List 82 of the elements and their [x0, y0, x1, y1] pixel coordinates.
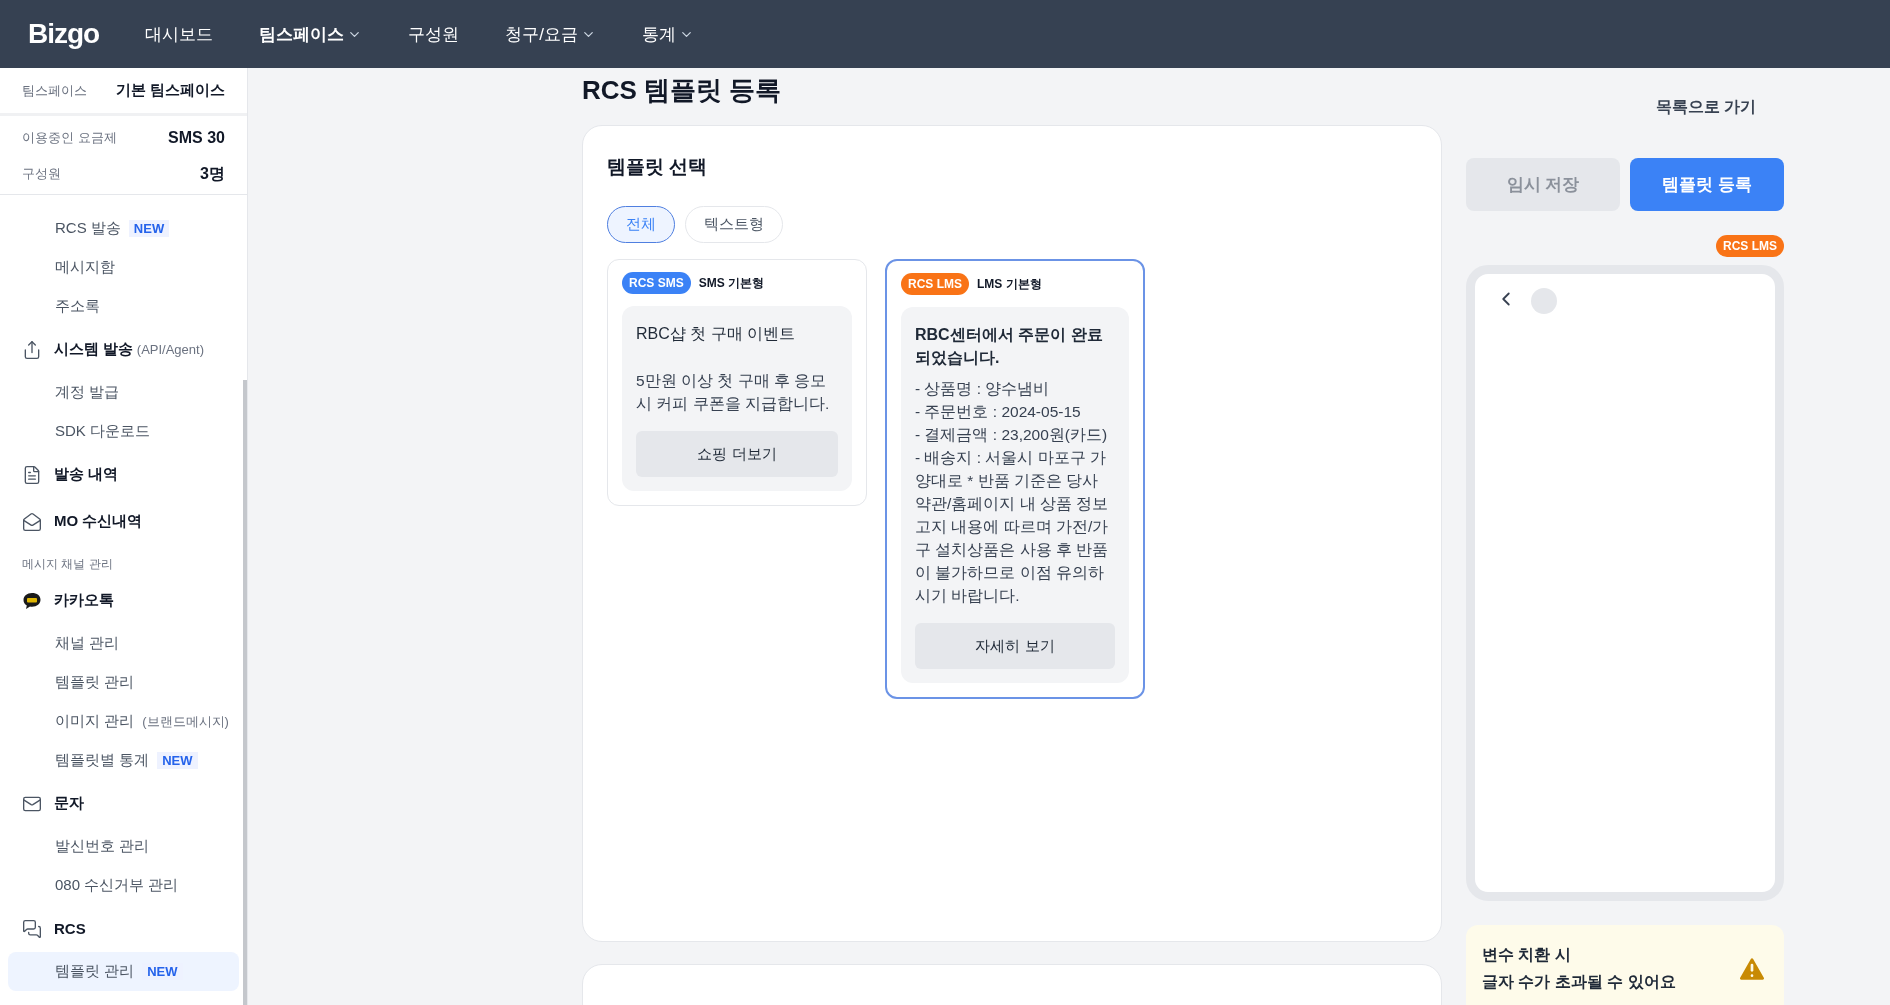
- sidebar-item[interactable]: 080 수신거부 관리: [8, 866, 239, 905]
- envelope-icon: [22, 511, 42, 532]
- section-heading: 템플릿 선택: [607, 155, 709, 179]
- message-button[interactable]: 쇼핑 더보기: [636, 431, 838, 477]
- sidebar-group[interactable]: MO 수신내역: [8, 498, 239, 545]
- chat-bubbles-icon: [22, 918, 42, 939]
- nav-item[interactable]: 대시보드: [145, 22, 214, 46]
- nav-item[interactable]: 구성원: [408, 22, 460, 46]
- sidebar-group-label: 문자: [54, 794, 84, 813]
- template-card[interactable]: RCS LMS LMS 기본형 RBC센터에서 주문이 완료 되었습니다. - 상품명 : 양수냄비 - 주문번호 : 2024-05-15 - 결제금액 : 23,200원(카드) - 배송지 : 서울시 마포구 가양대로 * 반품 기준은 당사 약관/홈페이지 내 상품 정보 고지 내용에 따르며 가전/가구 설치상품은 사용 후 반품이 불가하므로 이점 유의하시기 바랍니다. 자세히 보기: [885, 259, 1145, 699]
- sidebar-item[interactable]: 이미지 관리 (브랜드메시지): [8, 702, 239, 741]
- sidebar-group[interactable]: 문자: [8, 780, 239, 827]
- message-text: - 주문번호 : 2024-05-15: [915, 402, 1082, 422]
- upload-icon: [22, 339, 42, 360]
- sidebar-group[interactable]: RCS: [8, 905, 239, 952]
- sidebar-item-label: SDK 다운로드: [55, 422, 150, 441]
- workspace-name: 기본 팀스페이스: [115, 81, 225, 100]
- page-title: RCS 템플릿 등록: [582, 74, 783, 107]
- register-button[interactable]: 템플릿 등록: [1630, 158, 1784, 211]
- info-label: 이용중인 요금제: [22, 129, 117, 147]
- warning-text: 글자 수가 초과될 수 있어요: [1482, 972, 1676, 992]
- sidebar-group[interactable]: 카카오톡: [8, 577, 239, 624]
- nav-item[interactable]: 통계: [641, 22, 694, 46]
- filter-chip[interactable]: 텍스트형: [685, 206, 783, 243]
- type-badge: RCS LMS: [901, 273, 969, 295]
- sidebar-item-label: 발신번호 관리: [55, 837, 150, 856]
- sidebar-item-label: 템플릿 관리: [55, 962, 135, 981]
- message-text: 5만원 이상 첫 구매 후 응모 시 커피 쿠폰을 지급합니다.: [636, 371, 831, 414]
- new-badge: NEW: [128, 220, 170, 237]
- nav-item[interactable]: 청구/요금: [505, 22, 596, 46]
- sidebar-item[interactable]: 템플릿 관리 NEW: [8, 952, 239, 991]
- message-text: - 결제금액 : 23,200원(카드): [915, 425, 1109, 445]
- sidebar-group[interactable]: 시스템 발송 (API/Agent): [8, 326, 239, 373]
- message-text: - 배송지 : 서울시 마포구 가양대로 * 반품 기준은 당사 약관/홈페이지 내 상품 정보 고지 내용에 따르며 가전/가구 설치상품은 사용 후 반품이 불가하므로 이점 유의하시기 바랍니다.: [915, 448, 1110, 606]
- info-value: SMS 30: [168, 129, 225, 147]
- sidebar-item-label: 080 수신거부 관리: [55, 876, 179, 895]
- section-label: 메시지 채널 관리: [21, 556, 114, 573]
- info-value: 3명: [200, 163, 225, 184]
- chat-bubble-icon: [22, 590, 42, 611]
- logo[interactable]: Bizgo: [28, 18, 100, 50]
- nav-item[interactable]: 팀스페이스: [259, 22, 363, 46]
- sidebar-item-label: RCS 발송: [55, 219, 121, 238]
- warning-text: 변수 치환 시: [1482, 945, 1572, 965]
- type-badge: RCS LMS: [1716, 235, 1784, 257]
- avatar: [1531, 288, 1557, 314]
- new-badge: NEW: [157, 752, 198, 769]
- message-text: - 상품명 : 양수냄비: [915, 379, 1051, 399]
- sidebar-item-label: 주소록: [55, 297, 100, 316]
- message-button[interactable]: 자세히 보기: [915, 623, 1115, 669]
- sidebar-item[interactable]: 메시지함: [8, 248, 239, 287]
- sidebar-item-label: 템플릿 관리: [55, 673, 135, 692]
- sidebar-item[interactable]: 채널 관리: [8, 624, 239, 663]
- message-title: RBC샵 첫 구매 이벤트: [636, 324, 797, 344]
- sidebar-item[interactable]: RCS 발송 NEW: [8, 209, 239, 248]
- sidebar-group-label: 발송 내역: [54, 465, 119, 484]
- sidebar-group-label: MO 수신내역: [54, 512, 143, 531]
- template-card[interactable]: RCS SMS SMS 기본형 RBC샵 첫 구매 이벤트 5만원 이상 첫 구매 후 응모 시 커피 쿠폰을 지급합니다. 쇼핑 더보기: [607, 259, 867, 506]
- template-name: LMS 기본형: [977, 275, 1042, 293]
- sidebar-item-label: 이미지 관리: [55, 712, 135, 731]
- sidebar-group-label: 시스템 발송 (API/Agent): [54, 340, 204, 359]
- sidebar-item[interactable]: 주소록: [8, 287, 239, 326]
- sidebar-item-label: 채널 관리: [55, 634, 120, 653]
- document-icon: [22, 464, 42, 485]
- back-link[interactable]: 목록으로 가기: [1655, 73, 1756, 141]
- type-badge: RCS SMS: [622, 272, 691, 294]
- sidebar-item[interactable]: SDK 다운로드: [8, 412, 239, 451]
- workspace-label: 팀스페이스: [22, 81, 87, 100]
- sidebar-group[interactable]: 발송 내역: [8, 451, 239, 498]
- item-note: (브랜드메시지): [142, 712, 229, 731]
- info-label: 구성원: [22, 165, 61, 183]
- sidebar-item-label: 메시지함: [55, 258, 115, 277]
- sidebar-group-label: RCS: [54, 920, 86, 937]
- sidebar-item[interactable]: 템플릿별 통계 NEW: [8, 741, 239, 780]
- sidebar-item[interactable]: 계정 발급: [8, 373, 239, 412]
- sidebar-item-label: 계정 발급: [55, 383, 120, 402]
- sidebar-item[interactable]: 템플릿 관리: [8, 663, 239, 702]
- scrollbar-thumb[interactable]: [243, 380, 247, 1005]
- sidebar-group-label: 카카오톡: [54, 591, 114, 610]
- sidebar-item-label: 템플릿별 통계: [55, 751, 150, 770]
- sidebar-item[interactable]: 발신번호 관리: [8, 827, 239, 866]
- message-title: RBC센터에서 주문이 완료 되었습니다.: [915, 325, 1104, 368]
- template-name: SMS 기본형: [698, 274, 765, 292]
